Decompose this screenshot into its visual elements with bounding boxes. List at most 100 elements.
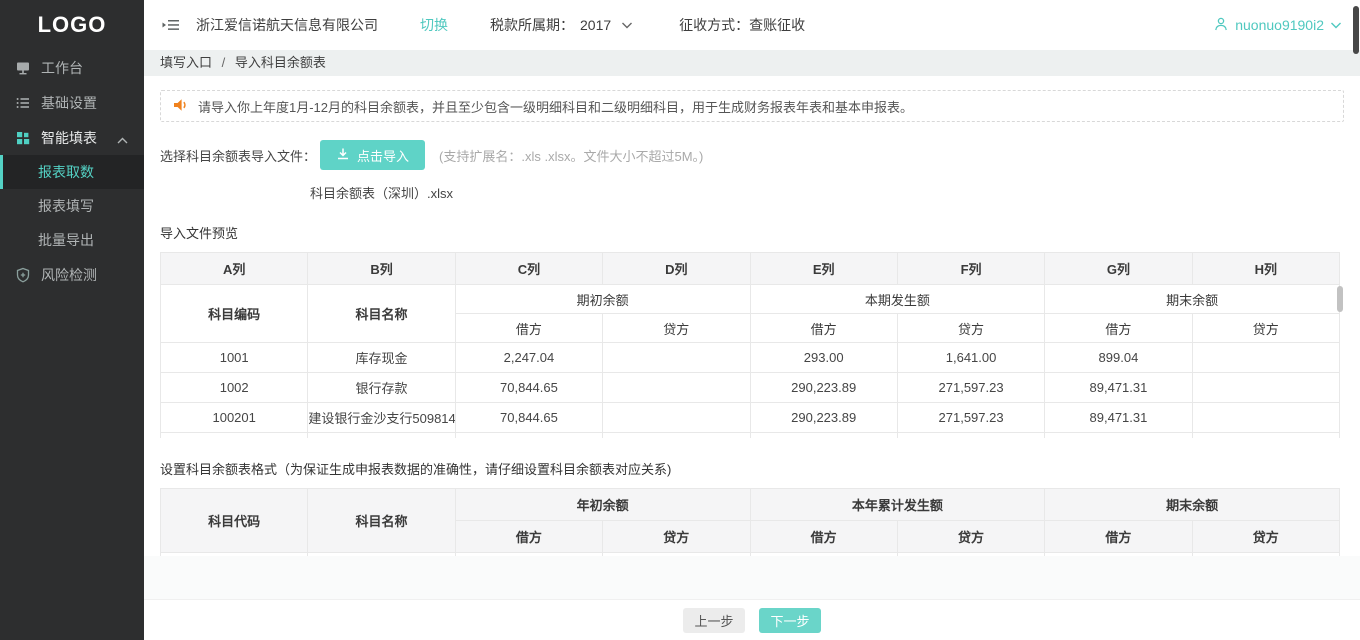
preview-table-wrap: A列 B列 C列 D列 E列 F列 G列 H列 科目编码 科目名称 期初余额 本…: [160, 252, 1340, 438]
tax-period-label: 税款所属期：: [490, 15, 574, 35]
table-cell: 70,844.65: [455, 403, 602, 433]
tax-period-value[interactable]: 2017: [580, 17, 611, 33]
column-header: H列: [1192, 253, 1339, 285]
next-step-button[interactable]: 下一步: [759, 608, 821, 633]
chevron-down-icon: [1330, 17, 1342, 33]
sidebar-item-label: 智能填表: [41, 128, 97, 148]
table-cell: [750, 433, 897, 439]
user-menu[interactable]: nuonuo9190i2: [1213, 16, 1342, 35]
breadcrumb-separator: /: [222, 55, 226, 70]
header-credit: 贷方: [897, 314, 1044, 343]
table-scrollbar-thumb[interactable]: [1337, 286, 1343, 312]
header-closing-balance: 期末余额: [1045, 489, 1340, 521]
header-closing-balance: 期末余额: [1045, 285, 1340, 314]
table-cell: [1192, 403, 1339, 433]
header-credit: 贷方: [1192, 314, 1339, 343]
column-header: G列: [1045, 253, 1192, 285]
shield-icon: [15, 267, 31, 283]
top-bar: 浙江爱信诺航天信息有限公司 切换 税款所属期： 2017 征收方式：查账征收 n…: [144, 0, 1360, 50]
column-header: D列: [603, 253, 750, 285]
sidebar-item-label: 工作台: [41, 58, 83, 78]
prev-step-button[interactable]: 上一步: [683, 608, 745, 633]
import-button-label: 点击导入: [357, 146, 409, 165]
collection-mode: 征收方式：查账征收: [679, 15, 805, 35]
footer-actions: 上一步 下一步: [144, 600, 1360, 640]
header-subject-name: 科目名称: [308, 489, 455, 553]
sidebar-item-workbench[interactable]: 工作台: [0, 50, 144, 85]
header-credit: 贷方: [603, 521, 750, 553]
table-cell: 银行存款: [308, 373, 455, 403]
header-subject-name: 科目名称: [308, 285, 455, 343]
format-title: 设置科目余额表格式（为保证生成申报表数据的准确性，请仔细设置科目余额表对应关系): [160, 459, 1344, 478]
header-credit: 贷方: [603, 314, 750, 343]
header-credit: 贷方: [897, 521, 1044, 553]
column-header: F列: [897, 253, 1044, 285]
table-cell: 271,597.23: [897, 373, 1044, 403]
table-cell: [897, 433, 1044, 439]
table-cell: [603, 403, 750, 433]
app-logo: LOGO: [0, 0, 144, 50]
speaker-icon: [173, 97, 189, 116]
table-cell: 70,844.65: [455, 373, 602, 403]
table-cell: 100201: [161, 403, 308, 433]
switch-company-link[interactable]: 切换: [420, 15, 448, 35]
header-debit: 借方: [1045, 521, 1192, 553]
import-label: 选择科目余额表导入文件：: [160, 146, 316, 165]
import-button[interactable]: 点击导入: [320, 140, 425, 170]
table-cell: [161, 433, 308, 439]
notice-banner: 请导入你上年度1月-12月的科目余额表，并且至少包含一级明细科目和二级明细科目，…: [160, 90, 1344, 122]
table-cell: [1045, 433, 1192, 439]
sidebar-subitem-report-fetch[interactable]: 报表取数: [0, 155, 144, 189]
table-cell: [1192, 433, 1339, 439]
table-cell: 库存现金: [308, 343, 455, 373]
sidebar-item-label: 批量导出: [38, 232, 94, 248]
column-header: A列: [161, 253, 308, 285]
sidebar-subitem-batch-export[interactable]: 批量导出: [0, 223, 144, 257]
preview-table: A列 B列 C列 D列 E列 F列 G列 H列 科目编码 科目名称 期初余额 本…: [160, 252, 1340, 438]
header-debit: 借方: [750, 314, 897, 343]
monitor-icon: [15, 60, 31, 76]
header-opening-balance: 期初余额: [455, 285, 750, 314]
table-cell: 89,471.31: [1045, 373, 1192, 403]
download-icon: [336, 147, 350, 164]
sidebar-item-risk-check[interactable]: 风险检测: [0, 257, 144, 292]
table-row: 100201建设银行金沙支行50981470,844.65290,223.892…: [161, 403, 1340, 433]
sidebar-item-label: 报表填写: [38, 198, 94, 214]
breadcrumb-parent[interactable]: 填写入口: [160, 55, 212, 70]
header-subject-code: 科目编码: [161, 285, 308, 343]
table-row: 1002银行存款70,844.65 290,223.89271,597.2389,…: [161, 373, 1340, 403]
notice-text: 请导入你上年度1月-12月的科目余额表，并且至少包含一级明细科目和二级明细科目，…: [198, 97, 913, 116]
table-cell: 89,471.31: [1045, 403, 1192, 433]
table-cell: 1002: [161, 373, 308, 403]
header-debit: 借方: [455, 314, 602, 343]
sidebar-item-smart-form[interactable]: 智能填表: [0, 120, 144, 155]
list-icon: [15, 95, 31, 111]
table-cell: 1,641.00: [897, 343, 1044, 373]
table-header-row: 科目编码 科目名称 期初余额 本期发生额 期末余额: [161, 285, 1340, 314]
menu-fold-icon[interactable]: [162, 17, 180, 33]
table-cell: 2,247.04: [455, 343, 602, 373]
table-cell: 290,223.89: [750, 373, 897, 403]
column-header: B列: [308, 253, 455, 285]
table-cell: [603, 343, 750, 373]
page-scrollbar-thumb[interactable]: [1353, 6, 1359, 54]
tax-period-group: 税款所属期： 2017: [490, 15, 633, 35]
header-subject-code: 科目代码: [161, 489, 308, 553]
header-opening-balance: 年初余额: [455, 489, 750, 521]
table-row: [161, 433, 1340, 439]
chevron-down-icon[interactable]: [621, 17, 633, 33]
breadcrumb-current: 导入科目余额表: [235, 55, 326, 70]
header-debit: 借方: [1045, 314, 1192, 343]
table-cell: 建设银行金沙支行509814: [308, 403, 455, 433]
header-credit: 贷方: [1192, 521, 1339, 553]
sidebar-subitem-report-fill[interactable]: 报表填写: [0, 189, 144, 223]
sidebar-item-label: 基础设置: [41, 93, 97, 113]
username: nuonuo9190i2: [1235, 17, 1324, 33]
table-cell: [308, 433, 455, 439]
sidebar-item-basic-settings[interactable]: 基础设置: [0, 85, 144, 120]
table-cell: 1001: [161, 343, 308, 373]
table-header-row: A列 B列 C列 D列 E列 F列 G列 H列: [161, 253, 1340, 285]
header-current-amount: 本期发生额: [750, 285, 1045, 314]
column-header: C列: [455, 253, 602, 285]
sidebar: LOGO 工作台 基础设置 智能填表 报表取数 报表填写 批量导出 风险检测: [0, 0, 144, 640]
